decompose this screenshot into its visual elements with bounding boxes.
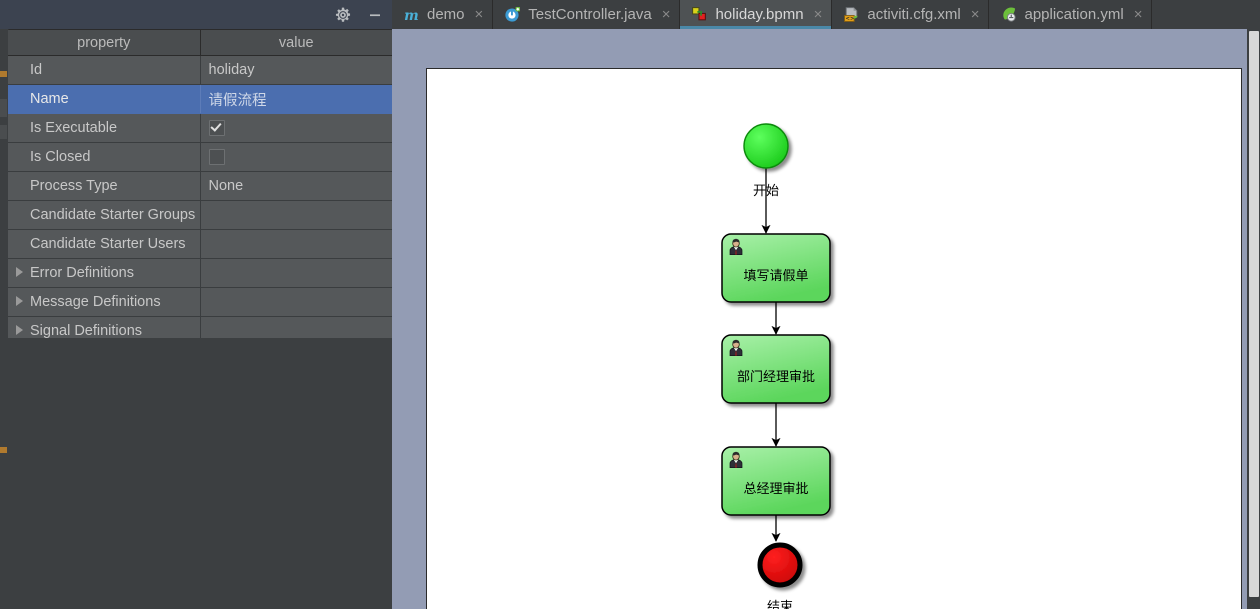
bpmn-node-endEvent[interactable] [757, 542, 803, 588]
bpmn-canvas[interactable]: 开始填写请假单部门经理审批 总经理审批结束 [392, 29, 1260, 609]
svg-text:m: m [404, 8, 419, 23]
property-value-cell[interactable]: None [200, 171, 392, 201]
property-name-label: Error Definitions [30, 265, 134, 281]
editor-vertical-scrollbar[interactable] [1247, 29, 1260, 609]
tool-strip-fragment [0, 447, 7, 453]
table-row[interactable]: Candidate Starter Users [8, 229, 392, 259]
close-icon[interactable]: × [971, 7, 980, 22]
bpmn-node-startEvent[interactable] [743, 123, 789, 169]
ide-window: property value Id holiday Name 请假流程 Is Execu… [0, 0, 1260, 609]
end-event-circle[interactable] [757, 542, 803, 588]
properties-panel: property value Id holiday Name 请假流程 Is Execu… [0, 0, 392, 609]
tool-strip-fragment [0, 99, 7, 117]
editor-tab-testcontroller-java[interactable]: TestController.java × [493, 0, 681, 29]
property-name-label: Name [30, 91, 69, 107]
scrollbar-thumb[interactable] [1249, 31, 1259, 597]
chevron-right-icon[interactable] [16, 296, 23, 307]
table-row[interactable]: Candidate Starter Groups [8, 200, 392, 230]
table-row[interactable]: Error Definitions [8, 258, 392, 288]
editor-tab-activiti-cfg-xml[interactable]: <> activiti.cfg.xml × [832, 0, 990, 29]
property-name-label: Candidate Starter Groups [30, 207, 196, 223]
property-value-cell[interactable] [200, 113, 392, 143]
maven-module-icon: m [404, 8, 419, 23]
properties-panel-empty-area [8, 338, 392, 609]
property-value-cell[interactable] [200, 200, 392, 230]
bpmn-node-label: 总经理审批 [743, 482, 809, 497]
properties-table-body: Id holiday Name 请假流程 Is Executable Is Closed P… [8, 55, 392, 346]
properties-table: property value Id holiday Name 请假流程 Is Execu… [8, 30, 392, 346]
property-name-label: Candidate Starter Users [30, 236, 186, 252]
tab-label: holiday.bpmn [715, 6, 804, 23]
property-name-cell[interactable]: Message Definitions [8, 287, 201, 317]
gear-icon[interactable] [334, 6, 352, 24]
property-name-cell[interactable]: Process Type [8, 171, 201, 201]
table-row[interactable]: Process Type None [8, 171, 392, 201]
table-row[interactable]: Id holiday [8, 55, 392, 85]
property-name-cell[interactable]: Error Definitions [8, 258, 201, 288]
column-header-property[interactable]: property [8, 30, 201, 56]
property-value-cell[interactable]: 请假流程 [200, 84, 392, 114]
property-value-label: None [208, 178, 244, 194]
panel-titlebar-actions [334, 0, 384, 29]
property-value-label: 请假流程 [208, 92, 267, 109]
start-event-circle[interactable] [743, 123, 789, 169]
minimize-icon[interactable] [366, 6, 384, 24]
tab-label: TestController.java [528, 6, 652, 23]
bpmn-file-icon [692, 7, 707, 21]
property-name-label: Id [30, 62, 43, 78]
bpmn-node-label: 开始 [752, 184, 779, 199]
property-value-cell[interactable] [200, 258, 392, 288]
property-name-label: Is Closed [30, 149, 91, 165]
tab-label: application.yml [1024, 6, 1124, 23]
checkbox-unchecked-icon[interactable] [208, 149, 225, 165]
property-name-label: Is Executable [30, 120, 118, 136]
close-icon[interactable]: × [1134, 7, 1143, 22]
property-value-label: holiday [208, 62, 255, 78]
close-icon[interactable]: × [814, 7, 823, 22]
spring-xml-icon: <> [844, 7, 858, 22]
property-value-cell[interactable]: holiday [200, 55, 392, 85]
column-header-value[interactable]: value [200, 30, 392, 56]
properties-panel-titlebar [0, 0, 392, 30]
bpmn-node-label: 填写请假单 [743, 269, 809, 284]
chevron-right-icon[interactable] [16, 325, 23, 336]
property-name-cell[interactable]: Is Closed [8, 142, 201, 172]
editor-tab-demo[interactable]: m demo × [392, 0, 494, 29]
property-name-cell[interactable]: Id [8, 55, 201, 85]
spring-yaml-icon [1003, 7, 1017, 22]
bpmn-diagram-graphics [721, 123, 831, 588]
bpmn-node-label: 部门经理审批 [736, 370, 815, 385]
property-name-label: Signal Definitions [30, 323, 143, 339]
property-value-cell[interactable] [200, 229, 392, 259]
property-name-cell[interactable]: Name [8, 84, 201, 114]
table-row[interactable]: Is Closed [8, 142, 392, 172]
java-class-icon [505, 7, 521, 22]
chevron-right-icon[interactable] [16, 267, 23, 278]
table-header-row: property value [8, 30, 392, 56]
tool-strip-fragment [0, 71, 7, 77]
property-value-cell[interactable] [200, 142, 392, 172]
property-name-cell[interactable]: Candidate Starter Users [8, 229, 201, 259]
property-name-cell[interactable]: Candidate Starter Groups [8, 200, 201, 230]
editor-area: m demo × TestController.java × holiday.bpmn × <… [392, 0, 1260, 609]
editor-tab-bar: m demo × TestController.java × holiday.bpmn × <… [392, 0, 1260, 29]
table-row[interactable]: Name 请假流程 [8, 84, 392, 114]
editor-tab-application-yml[interactable]: application.yml × [989, 0, 1153, 29]
table-row[interactable]: Is Executable [8, 113, 392, 143]
close-icon[interactable]: × [662, 7, 671, 22]
property-name-label: Process Type [30, 178, 118, 194]
editor-tab-holiday-bpmn[interactable]: holiday.bpmn × [680, 0, 833, 29]
table-row[interactable]: Message Definitions [8, 287, 392, 317]
property-name-cell[interactable]: Is Executable [8, 113, 201, 143]
svg-text:<>: <> [846, 16, 855, 22]
property-name-label: Message Definitions [30, 294, 161, 310]
close-icon[interactable]: × [475, 7, 484, 22]
bpmn-node-label: 结束 [766, 600, 793, 609]
property-value-cell[interactable] [200, 287, 392, 317]
checkbox-checked-icon[interactable] [208, 120, 225, 136]
tab-label: demo [427, 6, 465, 23]
tab-bar-filler [1152, 0, 1260, 29]
tool-strip-fragment [0, 125, 7, 139]
tab-label: activiti.cfg.xml [867, 6, 961, 23]
